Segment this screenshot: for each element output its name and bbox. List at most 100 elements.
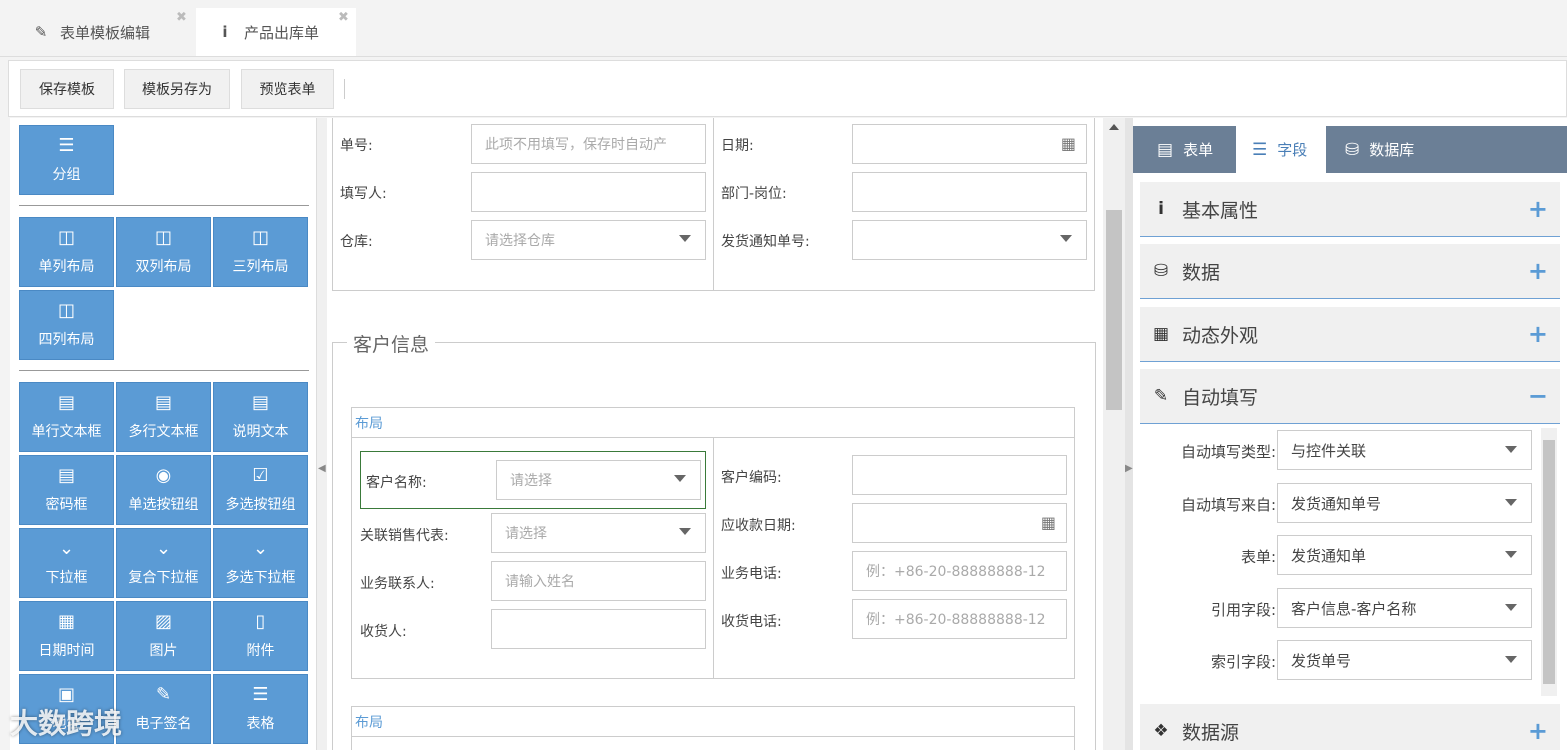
collapse-right-icon[interactable]: ▶ bbox=[1125, 463, 1133, 474]
chevron-down-icon bbox=[1505, 604, 1517, 611]
edit-icon: ✎ bbox=[155, 684, 172, 705]
customer-code-input[interactable] bbox=[852, 455, 1067, 495]
receivable-date-input[interactable]: ▦ bbox=[852, 503, 1067, 543]
palette-description-button[interactable]: ▤ 说明文本 bbox=[213, 382, 308, 452]
palette-signature-button[interactable]: ✎ 电子签名 bbox=[116, 674, 211, 744]
plus-icon[interactable]: + bbox=[1528, 717, 1548, 745]
section-dynamic-appearance[interactable]: ▦ 动态外观 + bbox=[1140, 307, 1560, 362]
ref-field-select[interactable]: 客户信息-客户名称 bbox=[1277, 588, 1532, 628]
palette-dropdown-button[interactable]: ⌄ 下拉框 bbox=[19, 528, 114, 598]
receiver-input[interactable] bbox=[491, 609, 706, 649]
table-icon: ☰ bbox=[252, 684, 269, 705]
chevron-down-icon: ⌄ bbox=[58, 538, 75, 559]
section-basic-properties[interactable]: i 基本属性 + bbox=[1140, 182, 1560, 237]
form-select[interactable]: 发货通知单 bbox=[1277, 535, 1532, 575]
plus-icon[interactable]: + bbox=[1528, 195, 1548, 223]
plus-icon[interactable]: + bbox=[1528, 320, 1548, 348]
warehouse-select[interactable]: 请选择仓库 bbox=[471, 220, 706, 260]
minus-icon[interactable]: − bbox=[1528, 382, 1548, 410]
grid-icon: ▦ bbox=[1152, 324, 1170, 344]
properties-panel: ▤ 表单 ☰ 字段 ⛁ 数据库 i 基本属性 + ⛁ 数据 + ▦ 动态外观 + ✎ … bbox=[1133, 118, 1567, 750]
palette-four-column-button[interactable]: ◫ 四列布局 bbox=[19, 290, 114, 360]
edit-icon: ✎ bbox=[34, 23, 48, 41]
palette-combo-dropdown-button[interactable]: ⌄ 复合下拉框 bbox=[116, 528, 211, 598]
tab-fields[interactable]: ☰ 字段 bbox=[1236, 126, 1326, 173]
chevron-down-icon bbox=[674, 475, 686, 482]
tab-product-outbound[interactable]: i 产品出库单 ✖ bbox=[196, 8, 356, 56]
right-splitter[interactable]: ▶ bbox=[1125, 118, 1133, 750]
section-data-source[interactable]: ❖ 数据源 + bbox=[1140, 704, 1560, 750]
file-icon: ▯ bbox=[255, 611, 266, 632]
calendar-icon[interactable]: ▦ bbox=[1061, 134, 1076, 153]
tab-form[interactable]: ▤ 表单 bbox=[1157, 126, 1213, 173]
palette-multiselect-button[interactable]: ⌄ 多选下拉框 bbox=[213, 528, 308, 598]
palette-image-button[interactable]: ▨ 图片 bbox=[116, 601, 211, 671]
chevron-down-icon: ⌄ bbox=[155, 538, 172, 559]
info-icon: i bbox=[222, 23, 228, 41]
file-text-icon: ▤ bbox=[57, 392, 75, 413]
columns-icon: ◫ bbox=[57, 227, 75, 248]
auto-fill-from-select[interactable]: 发货通知单号 bbox=[1277, 483, 1532, 523]
biz-phone-input[interactable]: 例：+86-20-88888888-12 bbox=[852, 551, 1067, 591]
scroll-thumb[interactable] bbox=[1543, 440, 1555, 684]
auto-fill-type-select[interactable]: 与控件关联 bbox=[1277, 430, 1532, 470]
section-data[interactable]: ⛁ 数据 + bbox=[1140, 244, 1560, 299]
section-auto-fill[interactable]: ✎ 自动填写 − bbox=[1140, 369, 1560, 424]
palette-table-button[interactable]: ☰ 表格 bbox=[213, 674, 308, 744]
canvas-scrollbar[interactable] bbox=[1103, 118, 1125, 750]
scroll-thumb[interactable] bbox=[1106, 210, 1122, 410]
close-icon[interactable]: ✖ bbox=[338, 10, 349, 25]
biz-phone-label: 业务电话: bbox=[721, 566, 782, 582]
collapse-left-icon[interactable]: ◀ bbox=[318, 463, 326, 474]
file-icon: ▤ bbox=[1157, 139, 1174, 160]
palette-three-column-button[interactable]: ◫ 三列布局 bbox=[213, 217, 308, 287]
chevron-down-icon bbox=[679, 528, 691, 535]
index-field-select[interactable]: 发货单号 bbox=[1277, 640, 1532, 680]
save-as-template-button[interactable]: 模板另存为 bbox=[124, 69, 230, 109]
date-input[interactable]: ▦ bbox=[852, 124, 1087, 164]
contact-label: 业务联系人: bbox=[360, 576, 435, 592]
preview-form-button[interactable]: 预览表单 bbox=[241, 69, 334, 109]
receiver-label: 收货人: bbox=[360, 624, 407, 640]
form-label: 表单: bbox=[1240, 548, 1276, 566]
dept-input[interactable] bbox=[852, 172, 1087, 212]
filler-input[interactable] bbox=[471, 172, 706, 212]
tab-bar: ✎ 表单模板编辑 ✖ i 产品出库单 ✖ bbox=[0, 0, 1567, 57]
notice-no-select[interactable] bbox=[852, 220, 1087, 260]
warehouse-label: 仓库: bbox=[340, 234, 373, 250]
palette-group-button[interactable]: ☰ 分组 bbox=[19, 125, 114, 195]
sales-rep-select[interactable]: 请选择 bbox=[491, 513, 706, 553]
tab-database[interactable]: ⛁ 数据库 bbox=[1345, 126, 1414, 173]
order-no-input[interactable]: 此项不用填写，保存时自动产 bbox=[471, 124, 706, 164]
calendar-icon[interactable]: ▦ bbox=[1041, 513, 1056, 532]
save-template-button[interactable]: 保存模板 bbox=[20, 69, 114, 109]
info-icon: i bbox=[1158, 199, 1164, 219]
layout-block-2 bbox=[351, 706, 1075, 750]
close-icon[interactable]: ✖ bbox=[176, 10, 187, 25]
columns-icon: ◫ bbox=[251, 227, 269, 248]
customer-name-select[interactable]: 请选择 bbox=[496, 460, 701, 500]
chevron-down-icon bbox=[1505, 656, 1517, 663]
properties-scrollbar[interactable] bbox=[1541, 428, 1557, 696]
palette-two-column-button[interactable]: ◫ 双列布局 bbox=[116, 217, 211, 287]
ref-field-label: 引用字段: bbox=[1210, 601, 1276, 619]
recv-phone-input[interactable]: 例：+86-20-88888888-12 bbox=[852, 599, 1067, 639]
palette-attachment-button[interactable]: ▯ 附件 bbox=[213, 601, 308, 671]
contact-input[interactable]: 请输入姓名 bbox=[491, 561, 706, 601]
palette-datetime-button[interactable]: ▦ 日期时间 bbox=[19, 601, 114, 671]
notice-no-label: 发货通知单号: bbox=[721, 234, 810, 250]
palette-textarea-button[interactable]: ▤ 多行文本框 bbox=[116, 382, 211, 452]
scroll-up-icon[interactable] bbox=[1109, 124, 1119, 130]
palette-radio-group-button[interactable]: ◉ 单选按钮组 bbox=[116, 455, 211, 525]
tab-form-template-edit[interactable]: ✎ 表单模板编辑 ✖ bbox=[30, 8, 195, 56]
cubes-icon: ❖ bbox=[1153, 721, 1169, 741]
palette-checkbox-group-button[interactable]: ☑ 多选按钮组 bbox=[213, 455, 308, 525]
form-canvas: 单号: 此项不用填写，保存时自动产 日期: ▦ 填写人: 部门-岗位: 仓库: … bbox=[327, 118, 1103, 750]
palette-textbox-button[interactable]: ▤ 单行文本框 bbox=[19, 382, 114, 452]
palette-password-button[interactable]: ▤ 密码框 bbox=[19, 455, 114, 525]
bars-icon: ☰ bbox=[1252, 139, 1268, 160]
order-no-label: 单号: bbox=[340, 138, 373, 154]
left-splitter[interactable]: ◀ bbox=[317, 118, 327, 750]
plus-icon[interactable]: + bbox=[1528, 257, 1548, 285]
palette-single-column-button[interactable]: ◫ 单列布局 bbox=[19, 217, 114, 287]
